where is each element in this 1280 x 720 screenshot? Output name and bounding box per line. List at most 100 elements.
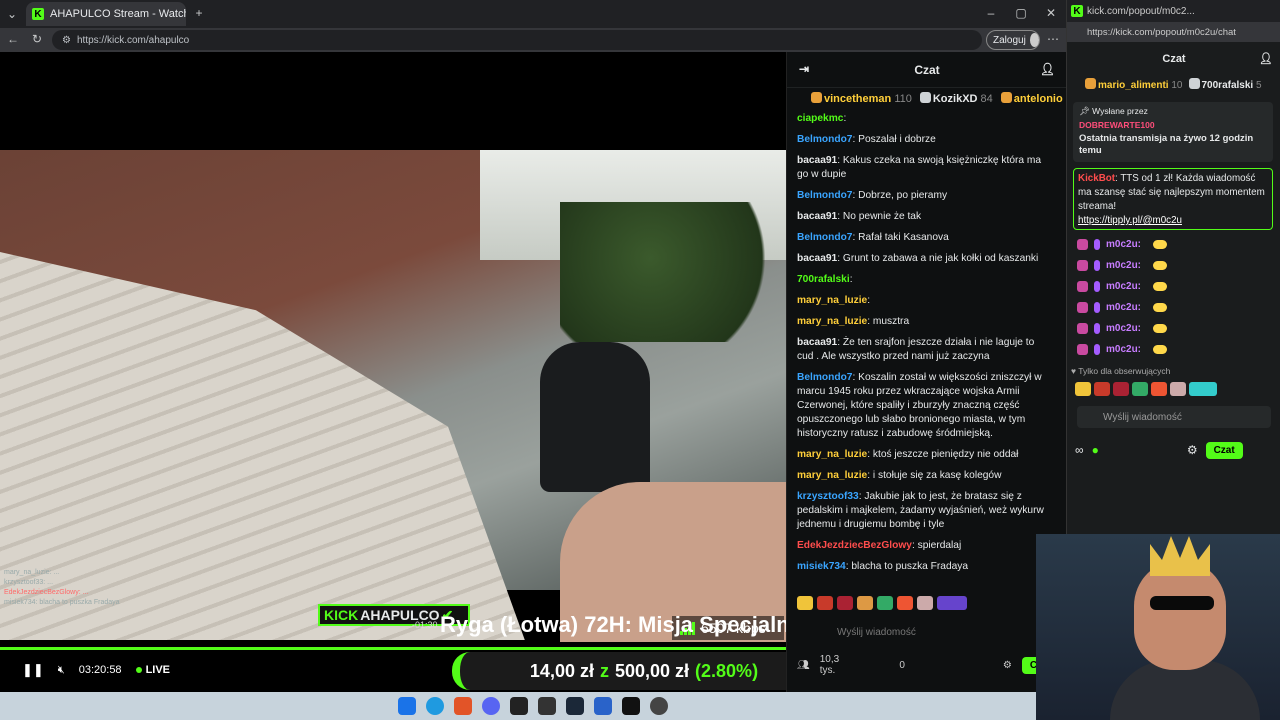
donation-goal: 14,00 zł z 500,00 zł (2.80%) [452, 652, 828, 690]
popout-url-field[interactable]: https://kick.com/popout/m0c2u/chat [1067, 22, 1280, 42]
popout-send-button[interactable]: Czat [1205, 441, 1243, 459]
emote-icon[interactable] [937, 596, 967, 610]
emote-icon[interactable] [1170, 382, 1186, 396]
user-settings-icon[interactable]: 👤︎ [1259, 52, 1273, 65]
popout-username[interactable]: m0c2u: [1106, 344, 1141, 355]
app-icon[interactable] [622, 697, 640, 715]
steam-icon[interactable] [566, 697, 584, 715]
chat-text: Poszalał i dobrze [858, 134, 936, 145]
site-info-icon[interactable]: ⚙ [62, 35, 71, 46]
emote-icon[interactable] [1132, 382, 1148, 396]
mute-icon[interactable]: 🔇︎ [58, 664, 65, 677]
back-icon[interactable]: ← [6, 32, 20, 46]
chat-username[interactable]: EdekJezdziecBezGlowy [797, 540, 912, 551]
elapsed-time: 03:20:58 [78, 664, 122, 676]
app-icon[interactable] [510, 697, 528, 715]
chat-username[interactable]: bacaa91 [797, 155, 837, 166]
emote-icon[interactable] [797, 596, 813, 610]
leader-name: 700rafalski [1201, 80, 1254, 91]
minimize-icon[interactable]: – [984, 6, 998, 20]
emote-icon[interactable] [1094, 382, 1110, 396]
duck-emote-icon [1153, 282, 1168, 291]
emote-icon[interactable] [1151, 382, 1167, 396]
tts-link[interactable]: https://tipply.pl/@m0c2u [1078, 215, 1182, 226]
discord-icon[interactable] [482, 697, 500, 715]
pause-icon[interactable]: ❚❚ [22, 662, 44, 678]
chat-message: mary_na_luzie: ktoś jeszcze pieniędzy ni… [797, 449, 1019, 460]
popout-username[interactable]: m0c2u: [1106, 239, 1141, 250]
popout-tab[interactable]: K kick.com/popout/m0c2... [1067, 0, 1280, 22]
tab-kick-stream[interactable]: K AHAPULCO Stream - Watch Live o ✕ [26, 2, 186, 26]
emote-icon[interactable] [897, 596, 913, 610]
popout-username[interactable]: m0c2u: [1106, 302, 1141, 313]
user-settings-icon[interactable]: 👤︎ [1040, 62, 1055, 76]
epic-icon[interactable] [538, 697, 556, 715]
emote-icon[interactable] [1189, 382, 1217, 396]
popout-username[interactable]: m0c2u: [1106, 323, 1141, 334]
chat-settings-icon[interactable]: ⚙ [1003, 660, 1012, 671]
video-player[interactable]: mary_na_luzie: ... krzysztoof33: ... Ede… [0, 52, 786, 692]
url-field[interactable]: ⚙ https://kick.com/ahapulco [52, 30, 982, 50]
duck-emote-icon [1153, 240, 1168, 249]
more-menu-icon[interactable]: ⋯ [1046, 32, 1060, 46]
chat-username[interactable]: Belmondo7 [797, 134, 852, 145]
video-progress-bar[interactable] [0, 647, 786, 650]
chat-username[interactable]: bacaa91 [797, 337, 837, 348]
emote-icon[interactable] [857, 596, 873, 610]
chat-text: ktoś jeszcze pieniędzy nie oddał [872, 449, 1019, 460]
chat-message: EdekJezdziecBezGlowy: spierdalaj [797, 540, 962, 551]
goal-current: 14,00 zł [529, 660, 594, 681]
emote-icon[interactable] [817, 596, 833, 610]
chat-input[interactable]: Wyślij wiadomość [797, 622, 1059, 642]
emote-icon[interactable] [877, 596, 893, 610]
start-icon[interactable] [398, 697, 416, 715]
infinity-icon: ∞ [1075, 443, 1084, 457]
chat-username[interactable]: mary_na_luzie [797, 470, 867, 481]
chat-username[interactable]: mary_na_luzie [797, 316, 867, 327]
chat-username[interactable]: Belmondo7 [797, 372, 852, 383]
chat-username[interactable]: Belmondo7 [797, 232, 852, 243]
viewers-icon: 👥︎ [797, 659, 810, 671]
sub-badge-icon [1077, 323, 1088, 334]
maximize-icon[interactable]: ▢ [1014, 6, 1028, 20]
chat-message: bacaa91: No pewnie że tak [797, 211, 922, 222]
popout-message: m0c2u: [1077, 339, 1267, 360]
close-window-icon[interactable]: ✕ [1044, 6, 1058, 20]
chat-text: musztra [872, 316, 910, 327]
chat-username[interactable]: ciapekmc [797, 113, 843, 124]
popout-settings-icon[interactable]: ⚙ [1187, 443, 1198, 457]
edge-icon[interactable] [426, 697, 444, 715]
chat-username[interactable]: Belmondo7 [797, 190, 852, 201]
emote-icon[interactable] [1075, 382, 1091, 396]
kick-icon[interactable]: ● [1092, 443, 1099, 457]
leader-name: mario_alimenti [1098, 80, 1169, 91]
brave-icon[interactable] [454, 697, 472, 715]
emote-icon[interactable] [917, 596, 933, 610]
video-trees [560, 202, 786, 342]
tab-list-icon[interactable]: ⌄ [4, 6, 20, 22]
popout-username[interactable]: m0c2u: [1106, 281, 1141, 292]
reload-icon[interactable]: ↻ [30, 32, 44, 46]
app-icon[interactable] [594, 697, 612, 715]
collapse-chat-icon[interactable]: ⇥ [799, 62, 809, 76]
address-toolbar: ← ↻ ⚙ https://kick.com/ahapulco Zaloguj … [0, 28, 1066, 52]
chat-username[interactable]: mary_na_luzie [797, 295, 867, 306]
follow-only-text: Tylko dla obserwujących [1078, 366, 1171, 376]
chat-username[interactable]: bacaa91 [797, 211, 837, 222]
obs-icon[interactable] [650, 697, 668, 715]
overlay-line: EdekJezdziecBezGlowy: ... [4, 589, 89, 596]
popout-username[interactable]: m0c2u: [1106, 260, 1141, 271]
chat-username[interactable]: krzysztoof33 [797, 491, 859, 502]
chat-input-placeholder: Wyślij wiadomość [837, 626, 916, 638]
chat-username[interactable]: misiek734 [797, 561, 846, 572]
duck-emote-icon [1153, 303, 1168, 312]
chat-username[interactable]: mary_na_luzie [797, 449, 867, 460]
pinned-message[interactable]: 📌︎ Wysłane przez DOBREWARTE100 Ostatnia … [1073, 102, 1273, 162]
login-button[interactable]: Zaloguj [986, 30, 1040, 50]
emote-icon[interactable] [1113, 382, 1129, 396]
popout-chat-input[interactable]: Wyślij wiadomość [1077, 406, 1271, 428]
new-tab-icon[interactable]: + [192, 6, 206, 20]
chat-username[interactable]: bacaa91 [797, 253, 837, 264]
emote-icon[interactable] [837, 596, 853, 610]
chat-username[interactable]: 700rafalski [797, 274, 850, 285]
